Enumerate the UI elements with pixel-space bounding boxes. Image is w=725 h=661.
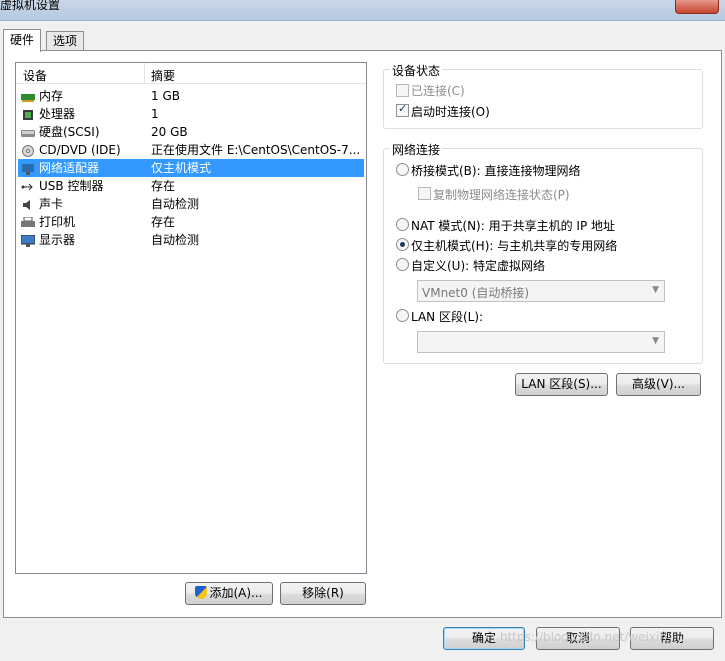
lan-segment-select[interactable]: ▼ bbox=[417, 331, 665, 353]
host-only-label: 仅主机模式(H): 与主机共享的专用网络 bbox=[411, 239, 618, 253]
memory-icon bbox=[21, 90, 35, 102]
device-summary: 20 GB bbox=[151, 125, 188, 139]
device-summary: 1 GB bbox=[151, 89, 180, 103]
bridged-label: 桥接模式(B): 直接连接物理网络 bbox=[411, 164, 581, 178]
chevron-down-icon: ▼ bbox=[652, 336, 659, 346]
device-name: USB 控制器 bbox=[39, 179, 104, 193]
lan-label: LAN 区段(L): bbox=[411, 310, 484, 324]
device-summary: 1 bbox=[151, 107, 159, 121]
nat-radio[interactable] bbox=[396, 218, 409, 231]
device-row[interactable]: CD/DVD (IDE) 正在使用文件 E:\CentOS\CentOS-7... bbox=[18, 141, 364, 159]
device-row[interactable]: 处理器 1 bbox=[18, 105, 364, 123]
device-summary: 自动检测 bbox=[151, 233, 200, 247]
device-list-header: 设备 摘要 bbox=[16, 63, 366, 84]
connect-on-start-checkbox[interactable] bbox=[396, 102, 409, 117]
lan-radio[interactable] bbox=[396, 309, 409, 322]
uac-shield-icon bbox=[195, 586, 208, 599]
bridged-radio[interactable] bbox=[396, 163, 409, 176]
device-summary: 仅主机模式 bbox=[151, 161, 212, 175]
chevron-down-icon: ▼ bbox=[652, 285, 659, 295]
replicate-checkbox[interactable] bbox=[418, 187, 431, 200]
usb-icon bbox=[21, 180, 35, 192]
device-summary: 存在 bbox=[151, 179, 176, 193]
tab-hardware[interactable]: 硬件 bbox=[3, 29, 42, 52]
lan-segments-button[interactable]: LAN 区段(S)... bbox=[515, 373, 608, 396]
device-row[interactable]: 声卡 自动检测 bbox=[18, 195, 364, 213]
sound-card-icon bbox=[21, 198, 35, 210]
advanced-button[interactable]: 高级(V)... bbox=[616, 373, 701, 396]
harddisk-icon bbox=[21, 126, 35, 138]
replicate-label: 复制物理网络连接状态(P) bbox=[433, 188, 570, 202]
device-name: 打印机 bbox=[39, 215, 76, 229]
device-summary: 存在 bbox=[151, 215, 176, 229]
column-header-summary[interactable]: 摘要 bbox=[151, 67, 175, 84]
device-name: CD/DVD (IDE) bbox=[39, 143, 121, 157]
title-bar: 虚拟机设置 bbox=[0, 0, 725, 21]
add-button[interactable]: 添加(A)... bbox=[185, 582, 273, 605]
device-name: 声卡 bbox=[39, 197, 64, 211]
watermark: https://blog.csdn.net/weixin_... bbox=[500, 630, 685, 644]
device-summary: 自动检测 bbox=[151, 197, 200, 211]
close-button[interactable] bbox=[675, 0, 719, 14]
column-header-device[interactable]: 设备 bbox=[23, 67, 47, 84]
device-row[interactable]: 内存 1 GB bbox=[18, 87, 364, 105]
device-name: 显示器 bbox=[39, 233, 76, 247]
device-row[interactable]: 网络适配器 仅主机模式 bbox=[18, 159, 364, 177]
device-status-title: 设备状态 bbox=[390, 62, 443, 79]
window-title: 虚拟机设置 bbox=[0, 0, 61, 12]
tab-options[interactable]: 选项 bbox=[46, 31, 85, 50]
device-name: 内存 bbox=[39, 89, 64, 103]
network-connection-title: 网络连接 bbox=[390, 141, 443, 158]
device-row[interactable]: 打印机 存在 bbox=[18, 213, 364, 231]
device-name: 处理器 bbox=[39, 107, 76, 121]
custom-network-select[interactable]: VMnet0 (自动桥接) ▼ bbox=[417, 280, 665, 302]
connected-checkbox[interactable] bbox=[396, 84, 409, 97]
network-adapter-icon bbox=[21, 162, 35, 175]
device-name: 硬盘(SCSI) bbox=[39, 125, 100, 139]
connect-on-start-label: 启动时连接(O) bbox=[411, 105, 490, 119]
custom-label: 自定义(U): 特定虚拟网络 bbox=[411, 259, 546, 273]
remove-button[interactable]: 移除(R) bbox=[280, 582, 366, 605]
device-row[interactable]: 显示器 自动检测 bbox=[18, 231, 364, 249]
device-status-group: 设备状态 bbox=[383, 62, 703, 129]
device-row[interactable]: USB 控制器 存在 bbox=[18, 177, 364, 195]
device-row[interactable]: 硬盘(SCSI) 20 GB bbox=[18, 123, 364, 141]
printer-icon bbox=[21, 216, 35, 228]
nat-label: NAT 模式(N): 用于共享主机的 IP 地址 bbox=[411, 219, 616, 233]
device-list[interactable]: 设备 摘要 内存 1 GB 处理器 1 硬盘(SCSI) 20 GB CD/DVD (IDE… bbox=[15, 62, 367, 574]
processor-icon bbox=[21, 108, 35, 120]
custom-radio[interactable] bbox=[396, 258, 409, 271]
connected-label: 已连接(C) bbox=[411, 84, 465, 98]
cd-dvd-icon bbox=[21, 144, 35, 157]
host-only-radio[interactable] bbox=[396, 238, 409, 251]
device-summary: 正在使用文件 E:\CentOS\CentOS-7... bbox=[151, 143, 361, 157]
display-icon bbox=[20, 234, 36, 247]
custom-network-value: VMnet0 (自动桥接) bbox=[422, 286, 530, 300]
device-name: 网络适配器 bbox=[39, 161, 100, 175]
